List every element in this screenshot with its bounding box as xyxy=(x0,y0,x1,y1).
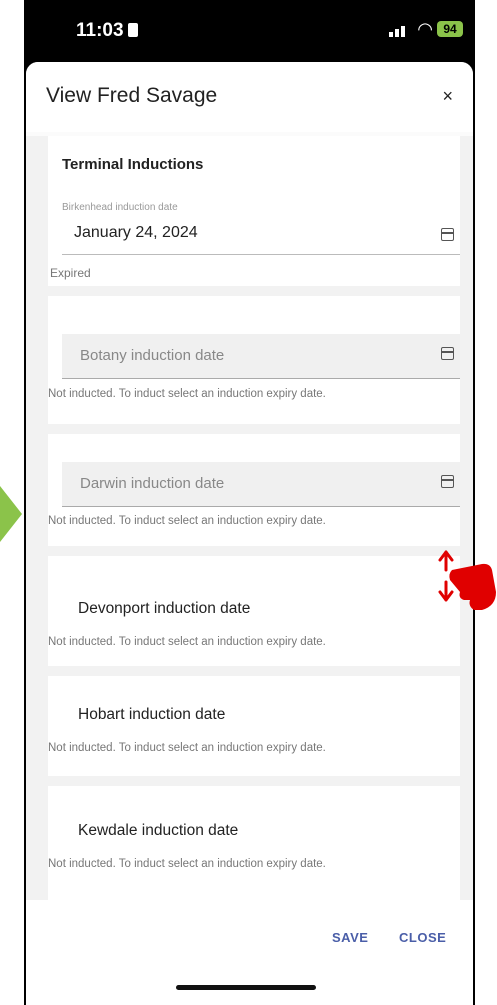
birkenhead-label: Birkenhead induction date xyxy=(62,202,178,213)
botany-date-input[interactable]: Botany induction date xyxy=(62,334,460,379)
birkenhead-status: Expired xyxy=(50,266,91,280)
phone-frame: 11:03 ◠ 94 View Fred Savage × Terminal I… xyxy=(24,0,475,1005)
scroll-gesture-icon xyxy=(438,550,496,610)
birkenhead-card: Terminal Inductions Birkenhead induction… xyxy=(48,136,460,286)
calendar-icon[interactable] xyxy=(441,347,454,360)
sim-icon xyxy=(127,23,138,37)
calendar-icon[interactable] xyxy=(441,475,454,488)
hobart-label: Hobart induction date xyxy=(78,706,226,723)
darwin-note: Not inducted. To induct select an induct… xyxy=(48,515,326,527)
dialog-footer: SAVE CLOSE xyxy=(26,900,473,1005)
close-icon[interactable]: × xyxy=(442,86,453,107)
battery-icon: 94 xyxy=(437,21,463,37)
botany-placeholder: Botany induction date xyxy=(80,347,225,364)
birkenhead-date-input[interactable]: January 24, 2024 xyxy=(74,224,198,242)
next-arrow-decoration xyxy=(0,486,22,542)
birkenhead-underline xyxy=(62,254,460,255)
kewdale-card[interactable]: Kewdale induction date Not inducted. To … xyxy=(48,786,460,900)
darwin-placeholder: Darwin induction date xyxy=(80,475,225,492)
botany-note: Not inducted. To induct select an induct… xyxy=(48,388,326,400)
wifi-icon: ◠ xyxy=(417,19,433,39)
signal-icon xyxy=(389,23,409,37)
save-button[interactable]: SAVE xyxy=(332,930,368,945)
calendar-icon[interactable] xyxy=(441,228,454,241)
home-indicator[interactable] xyxy=(176,985,316,990)
dialog-header: View Fred Savage × xyxy=(26,62,473,132)
kewdale-label: Kewdale induction date xyxy=(78,822,239,839)
section-title: Terminal Inductions xyxy=(62,156,204,173)
devonport-label: Devonport induction date xyxy=(78,600,251,617)
hobart-card[interactable]: Hobart induction date Not inducted. To i… xyxy=(48,676,460,776)
status-time: 11:03 xyxy=(76,20,138,42)
status-bar: 11:03 ◠ 94 xyxy=(26,0,473,62)
dialog-sheet: View Fred Savage × Terminal Inductions B… xyxy=(26,62,473,1005)
hobart-note: Not inducted. To induct select an induct… xyxy=(48,742,326,754)
devonport-note: Not inducted. To induct select an induct… xyxy=(48,636,326,648)
kewdale-note: Not inducted. To induct select an induct… xyxy=(48,858,326,870)
darwin-date-input[interactable]: Darwin induction date xyxy=(62,462,460,507)
botany-card: Botany induction date Not inducted. To i… xyxy=(48,296,460,424)
dialog-content[interactable]: Terminal Inductions Birkenhead induction… xyxy=(26,136,473,900)
close-button[interactable]: CLOSE xyxy=(399,930,446,945)
devonport-card[interactable]: Devonport induction date Not inducted. T… xyxy=(48,556,460,666)
dialog-title: View Fred Savage xyxy=(46,84,218,107)
darwin-card: Darwin induction date Not inducted. To i… xyxy=(48,434,460,546)
